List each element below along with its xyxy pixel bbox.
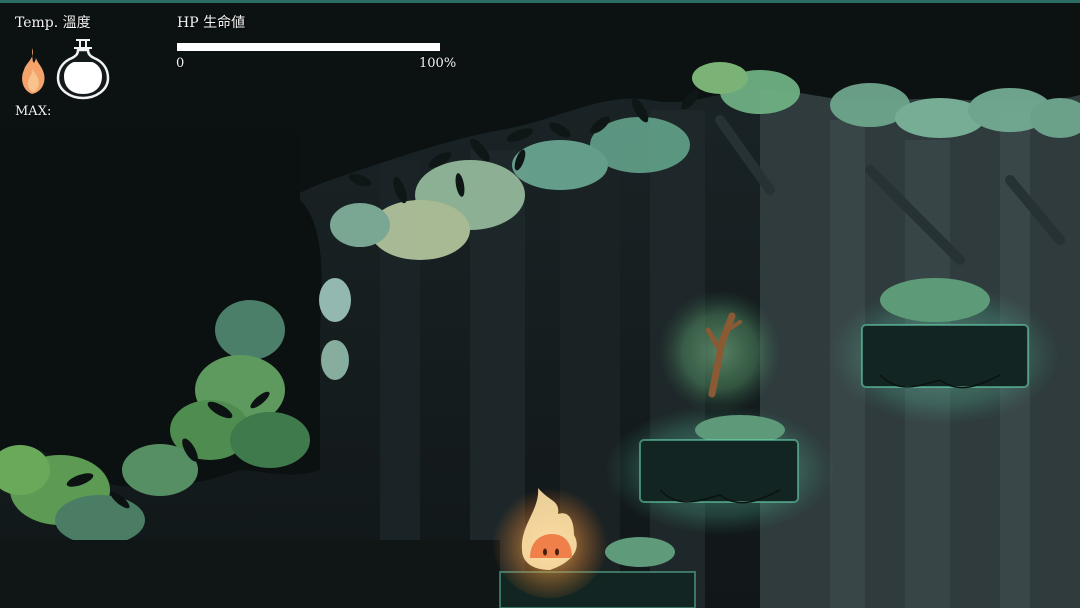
- hp-min-label: 0: [176, 56, 185, 71]
- flame-icon: [22, 48, 45, 94]
- top-border: [0, 0, 1080, 3]
- hp-bar: [177, 43, 440, 51]
- forest-scene: [0, 0, 1080, 608]
- game-viewport[interactable]: Temp. 溫度 MAX: HP 生命値 0 100%: [0, 0, 1080, 608]
- temperature-label: Temp. 溫度: [15, 15, 91, 31]
- flask-icon: [56, 39, 110, 100]
- platform-middle: [605, 405, 835, 535]
- hp-max-label: 100%: [419, 56, 457, 71]
- hp-bar-fill: [177, 43, 440, 51]
- hp-label: HP 生命値: [177, 15, 246, 31]
- ground-left: [0, 540, 500, 608]
- max-label: MAX:: [15, 104, 52, 119]
